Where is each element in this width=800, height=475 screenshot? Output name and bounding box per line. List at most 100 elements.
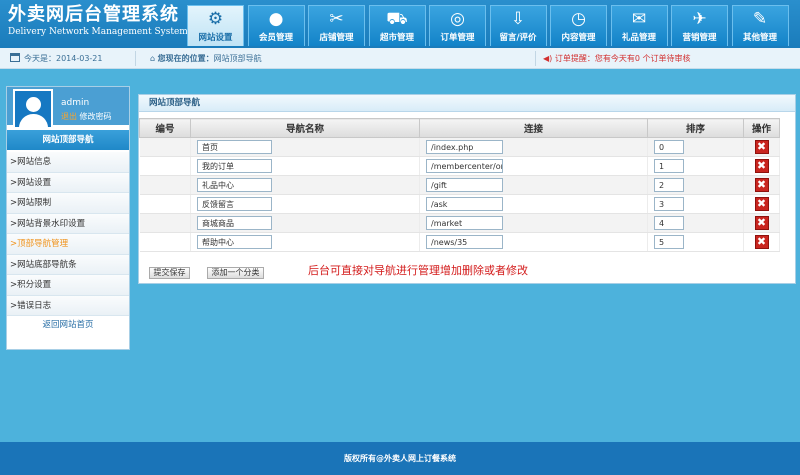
change-password-link[interactable]: 修改密码 — [80, 112, 112, 121]
cell-id — [139, 213, 191, 233]
speaker-icon: ◀) — [543, 54, 555, 63]
sidebar-item[interactable]: >网站底部导航条 — [7, 254, 129, 275]
cell-sort — [647, 213, 744, 233]
column-header-sort: 排序 — [647, 118, 744, 138]
nav-tab[interactable]: ⇩ 留言/评价 — [489, 5, 547, 46]
logo-subtitle: Delivery Network Management System — [8, 27, 188, 37]
breadcrumb-current[interactable]: 网站顶部导航 — [214, 54, 262, 63]
plane-icon: ✈ — [692, 9, 707, 29]
nav-tab-label: 其他管理 — [742, 33, 777, 43]
cell-action: ✖ — [743, 213, 780, 233]
nav-name-input[interactable] — [197, 159, 272, 173]
nav-tab-label: 超市管理 — [379, 33, 414, 43]
home-icon: ⌂ — [150, 54, 158, 63]
add-category-button[interactable]: 添加一个分类 — [207, 267, 264, 279]
sidebar-item[interactable]: >积分设置 — [7, 275, 129, 296]
column-header-link: 连接 — [419, 118, 648, 138]
table-row: ✖ — [139, 156, 780, 176]
cell-sort — [647, 194, 744, 214]
delete-icon[interactable]: ✖ — [754, 235, 769, 249]
sidebar-item[interactable]: >网站信息 — [7, 152, 129, 173]
nav-link-input[interactable] — [426, 235, 503, 249]
nav-name-input[interactable] — [197, 178, 272, 192]
cell-name — [190, 213, 420, 233]
nav-tab-label: 网站设置 — [198, 33, 233, 43]
nav-tab[interactable]: ✉ 礼品管理 — [610, 5, 668, 46]
header: 外卖网后台管理系统 Delivery Network Management Sy… — [0, 0, 800, 48]
cell-action: ✖ — [743, 137, 780, 157]
cell-sort — [647, 175, 744, 195]
avatar — [13, 89, 53, 129]
nav-sort-input[interactable] — [654, 216, 684, 230]
table-row: ✖ — [139, 175, 780, 195]
calendar-icon — [10, 53, 20, 62]
nav-link-input[interactable] — [426, 178, 503, 192]
nav-name-input[interactable] — [197, 216, 272, 230]
column-header-id: 编号 — [139, 118, 191, 138]
delete-icon[interactable]: ✖ — [754, 178, 769, 192]
nav-tab-label: 营销管理 — [682, 33, 717, 43]
nav-tab[interactable]: ✂ 店铺管理 — [308, 5, 365, 46]
order-alert[interactable]: ◀) 订单提醒：您有今天有0 个订单待审核 — [543, 52, 690, 65]
sidebar-title: 网站顶部导航 — [7, 130, 129, 150]
logout-link[interactable]: 退出 — [61, 112, 77, 121]
nav-sort-input[interactable] — [654, 178, 684, 192]
nav-tab[interactable]: ◷ 内容管理 — [550, 5, 607, 46]
divider — [135, 51, 136, 66]
cart-icon: ⛟ — [386, 9, 408, 29]
info-bar: 今天是：2014-03-21 ⌂ 您现在的位置：网站顶部导航 ◀) 订单提醒：您… — [0, 48, 800, 69]
nav-link-input[interactable] — [426, 216, 503, 230]
nav-link-input[interactable] — [426, 197, 503, 211]
cell-name — [190, 194, 420, 214]
sidebar-item[interactable]: >网站设置 — [7, 172, 129, 193]
cell-id — [139, 156, 191, 176]
gear-icon: ⚙ — [207, 9, 224, 29]
nav-sort-input[interactable] — [654, 159, 684, 173]
user-box: admin 退出 修改密码 — [7, 87, 129, 129]
back-to-home-link[interactable]: 返回网站首页 — [7, 316, 129, 334]
nav-name-input[interactable] — [197, 235, 272, 249]
sidebar-item[interactable]: >网站背景水印设置 — [7, 213, 129, 234]
nav-link-input[interactable] — [426, 159, 503, 173]
delete-icon[interactable]: ✖ — [754, 216, 769, 230]
clock-icon: ◷ — [571, 9, 586, 29]
nav-sort-input[interactable] — [654, 197, 684, 211]
nav-tab[interactable]: ● 会员管理 — [247, 5, 305, 46]
cell-id — [139, 194, 191, 214]
sidebar-item[interactable]: >网站限制 — [7, 193, 129, 214]
table-row: ✖ — [139, 194, 780, 214]
date-display: 今天是：2014-03-21 — [10, 52, 103, 65]
nav-sort-input[interactable] — [654, 140, 684, 154]
divider — [535, 51, 536, 66]
nav-name-input[interactable] — [197, 197, 272, 211]
nav-tab[interactable]: ⚙ 网站设置 — [187, 5, 244, 46]
nav-tab[interactable]: ⛟ 超市管理 — [368, 5, 426, 46]
mail-icon: ✉ — [631, 9, 647, 29]
nav-link-input[interactable] — [426, 140, 503, 154]
nav-tab-label: 留言/评价 — [499, 33, 537, 43]
username: admin — [61, 98, 90, 108]
nav-sort-input[interactable] — [654, 235, 684, 249]
delete-icon[interactable]: ✖ — [754, 140, 769, 154]
logo: 外卖网后台管理系统 Delivery Network Management Sy… — [8, 4, 188, 38]
sidebar: admin 退出 修改密码 网站顶部导航 >网站信息 >网站设置 >网站限制 >网站背… — [6, 86, 130, 350]
delete-icon[interactable]: ✖ — [754, 159, 769, 173]
cell-action: ✖ — [743, 156, 780, 176]
nav-tab[interactable]: ✎ 其他管理 — [731, 5, 789, 46]
breadcrumb: ⌂ 您现在的位置：网站顶部导航 — [150, 52, 262, 65]
nav-name-input[interactable] — [197, 140, 272, 154]
logo-title: 外卖网后台管理系统 — [8, 4, 179, 25]
nav-tab-label: 礼品管理 — [621, 33, 656, 43]
order-alert-text: 您有今天有0 个订单待审核 — [594, 54, 691, 63]
user-links: 退出 修改密码 — [61, 111, 112, 122]
tools-icon: ✂ — [329, 9, 344, 29]
cell-name — [190, 156, 420, 176]
nav-tab-label: 内容管理 — [561, 33, 596, 43]
submit-save-button[interactable]: 提交保存 — [149, 267, 190, 279]
sidebar-menu: >网站信息 >网站设置 >网站限制 >网站背景水印设置 >顶部导航管理 >网站底部导航条 >… — [7, 150, 129, 316]
delete-icon[interactable]: ✖ — [754, 197, 769, 211]
sidebar-item[interactable]: >顶部导航管理 — [7, 234, 129, 255]
nav-tab[interactable]: ✈ 营销管理 — [671, 5, 728, 46]
nav-tab[interactable]: ◎ 订单管理 — [429, 5, 486, 46]
sidebar-item[interactable]: >错误日志 — [7, 295, 129, 316]
